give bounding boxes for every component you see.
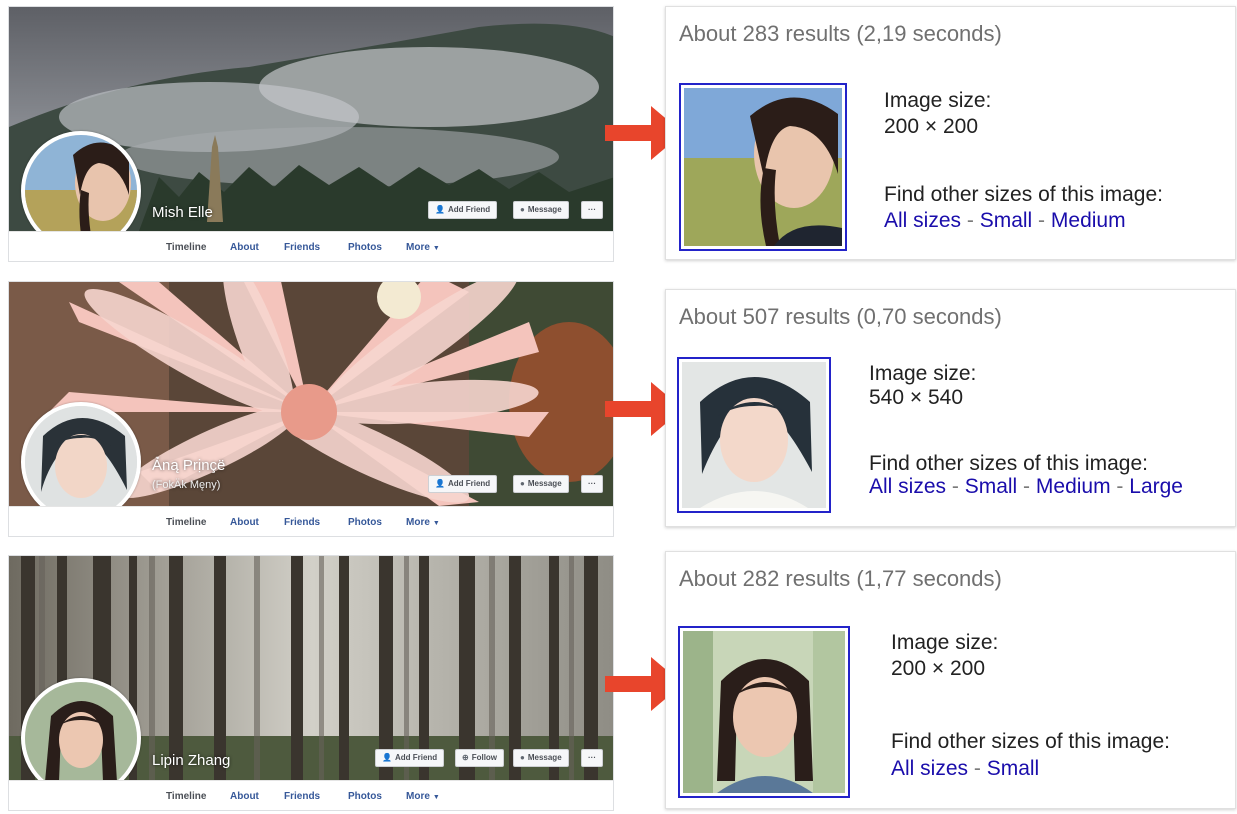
facebook-profile-card: Ảną Prịnçë (FokÄk Męny) 👤 Add Friend ● Mes… xyxy=(8,281,614,537)
tab-timeline[interactable]: Timeline xyxy=(166,791,206,802)
size-links: All sizes - Small - Medium xyxy=(884,209,1126,232)
add-friend-button[interactable]: 👤 Add Friend xyxy=(375,749,445,767)
message-icon: ● xyxy=(520,205,525,214)
follow-button[interactable]: ⊕ Follow xyxy=(455,749,505,767)
tab-friends[interactable]: Friends xyxy=(284,791,320,802)
caret-down-icon: ▼ xyxy=(432,245,440,252)
image-size-value: 540 × 540 xyxy=(869,386,964,409)
small-size-link[interactable]: Small xyxy=(980,209,1033,232)
tab-photos[interactable]: Photos xyxy=(348,517,382,528)
follow-icon: ⊕ xyxy=(462,753,469,762)
tab-about[interactable]: About xyxy=(230,791,259,802)
result-thumbnail[interactable] xyxy=(679,83,847,251)
image-size-value: 200 × 200 xyxy=(884,115,979,138)
tab-friends[interactable]: Friends xyxy=(284,242,320,253)
message-icon: ● xyxy=(520,753,525,762)
tab-timeline[interactable]: Timeline xyxy=(166,242,206,253)
medium-size-link[interactable]: Medium xyxy=(1036,475,1111,498)
add-friend-button[interactable]: 👤 Add Friend xyxy=(428,201,498,219)
all-sizes-link[interactable]: All sizes xyxy=(869,475,946,498)
profile-name[interactable]: Mish Elle xyxy=(152,204,213,221)
large-size-link[interactable]: Large xyxy=(1129,475,1183,498)
reverse-image-search-result: About 283 results (2,19 seconds) Image s… xyxy=(665,6,1236,260)
image-size-label: Image size: xyxy=(891,631,999,654)
other-sizes-label: Find other sizes of this image: xyxy=(891,730,1170,753)
message-button[interactable]: ● Message xyxy=(513,475,569,493)
message-icon: ● xyxy=(520,479,525,488)
reverse-image-search-result: About 507 results (0,70 seconds) Image s… xyxy=(665,289,1236,527)
tab-more[interactable]: More ▼ xyxy=(406,242,440,253)
image-size-value: 200 × 200 xyxy=(891,657,986,680)
add-friend-icon: 👤 xyxy=(435,205,445,214)
tab-about[interactable]: About xyxy=(230,242,259,253)
add-friend-button[interactable]: 👤 Add Friend xyxy=(428,475,498,493)
result-thumbnail[interactable] xyxy=(677,357,831,513)
tab-more[interactable]: More ▼ xyxy=(406,517,440,528)
tab-more[interactable]: More ▼ xyxy=(406,791,440,802)
more-options-button[interactable]: ··· xyxy=(581,475,603,493)
result-count: About 507 results (0,70 seconds) xyxy=(679,304,1002,329)
tab-timeline[interactable]: Timeline xyxy=(166,517,206,528)
profile-nav: Timeline About Friends Photos More ▼ xyxy=(9,780,613,810)
more-options-button[interactable]: ··· xyxy=(581,201,603,219)
profile-name[interactable]: Ảną Prịnçë xyxy=(152,457,225,474)
profile-nav: Timeline About Friends Photos More ▼ xyxy=(9,506,613,536)
profile-avatar[interactable] xyxy=(21,402,141,522)
small-size-link[interactable]: Small xyxy=(965,475,1018,498)
result-thumbnail[interactable] xyxy=(678,626,850,798)
tab-friends[interactable]: Friends xyxy=(284,517,320,528)
all-sizes-link[interactable]: All sizes xyxy=(891,757,968,780)
medium-size-link[interactable]: Medium xyxy=(1051,209,1126,232)
small-size-link[interactable]: Small xyxy=(987,757,1040,780)
caret-down-icon: ▼ xyxy=(432,520,440,527)
reverse-image-search-result: About 282 results (1,77 seconds) Image s… xyxy=(665,551,1236,809)
other-sizes-label: Find other sizes of this image: xyxy=(869,452,1148,475)
result-count: About 283 results (2,19 seconds) xyxy=(679,21,1002,46)
profile-nav: Timeline About Friends Photos More ▼ xyxy=(9,231,613,261)
result-count: About 282 results (1,77 seconds) xyxy=(679,566,1002,591)
more-options-button[interactable]: ··· xyxy=(581,749,603,767)
profile-name[interactable]: Lipin Zhang xyxy=(152,752,230,769)
caret-down-icon: ▼ xyxy=(432,794,440,801)
add-friend-icon: 👤 xyxy=(382,753,392,762)
tab-photos[interactable]: Photos xyxy=(348,242,382,253)
tab-about[interactable]: About xyxy=(230,517,259,528)
image-size-label: Image size: xyxy=(884,89,992,112)
facebook-profile-card: Lipin Zhang 👤 Add Friend ⊕ Follow ● Message… xyxy=(8,555,614,811)
other-sizes-label: Find other sizes of this image: xyxy=(884,183,1163,206)
all-sizes-link[interactable]: All sizes xyxy=(884,209,961,232)
size-links: All sizes - Small xyxy=(891,757,1040,780)
message-button[interactable]: ● Message xyxy=(513,749,569,767)
profile-alternate-name: (FokÄk Męny) xyxy=(152,479,221,491)
message-button[interactable]: ● Message xyxy=(513,201,569,219)
tab-photos[interactable]: Photos xyxy=(348,791,382,802)
image-size-label: Image size: xyxy=(869,362,977,385)
add-friend-icon: 👤 xyxy=(435,479,445,488)
facebook-profile-card: Mish Elle 👤 Add Friend ● Message ··· Timel… xyxy=(8,6,614,262)
size-links: All sizes - Small - Medium - Large xyxy=(869,475,1183,498)
